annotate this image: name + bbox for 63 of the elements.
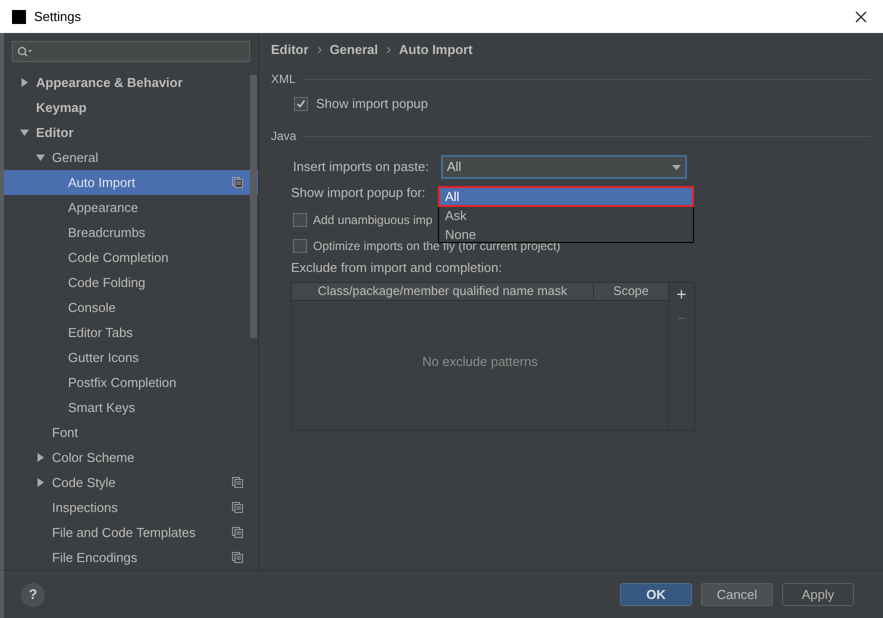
column-header[interactable]: Scope bbox=[594, 283, 668, 300]
field-label: Show import popup for: bbox=[291, 184, 426, 202]
field-label: Exclude from import and completion: bbox=[291, 259, 502, 278]
dropdown-option[interactable]: None bbox=[439, 225, 693, 244]
tree-item[interactable]: Appearance & Behavior bbox=[4, 70, 258, 95]
tree-item[interactable]: Inspections bbox=[4, 495, 258, 520]
add-button[interactable]: + bbox=[676, 285, 686, 305]
tree-item[interactable]: Postfix Completion bbox=[4, 370, 258, 395]
tree-item[interactable]: Color Scheme bbox=[4, 445, 258, 470]
section-title: Java bbox=[271, 128, 296, 145]
tree-item[interactable]: File and Code Templates bbox=[4, 520, 258, 545]
checkbox-label: Add unambiguous imp bbox=[313, 212, 432, 228]
project-scope-icon bbox=[232, 527, 243, 538]
dialog-button[interactable]: OK bbox=[620, 583, 692, 606]
search-field[interactable] bbox=[12, 41, 250, 62]
tree-item[interactable]: Breadcrumbs bbox=[4, 220, 258, 245]
tree-item[interactable]: Auto Import bbox=[4, 170, 258, 195]
breadcrumb-item[interactable]: General bbox=[330, 40, 378, 60]
tree-item[interactable]: Font bbox=[4, 420, 258, 445]
search-icon bbox=[17, 46, 33, 58]
column-header[interactable]: Class/package/member qualified name mask bbox=[292, 283, 594, 300]
tree-item[interactable]: Code Style bbox=[4, 470, 258, 495]
expand-arrow-icon[interactable] bbox=[20, 78, 29, 87]
scrollbar-thumb[interactable] bbox=[250, 75, 257, 338]
tree-item[interactable]: Smart Keys bbox=[4, 395, 258, 420]
checkbox-label: Show import popup bbox=[316, 95, 428, 114]
tree-item[interactable]: Appearance bbox=[4, 195, 258, 220]
dropdown-option[interactable]: Ask bbox=[439, 206, 693, 225]
app-logo-icon bbox=[12, 10, 26, 24]
section-title: XML bbox=[271, 71, 296, 88]
chevron-icon bbox=[316, 46, 322, 54]
caret-icon bbox=[672, 164, 681, 170]
tree-item[interactable]: Console bbox=[4, 295, 258, 320]
empty-message: No exclude patterns bbox=[422, 352, 538, 371]
tree-item[interactable]: General bbox=[4, 145, 258, 170]
tree-item[interactable]: Keymap bbox=[4, 95, 258, 120]
dropdown-option[interactable]: All bbox=[439, 187, 693, 206]
collapse-arrow-icon[interactable] bbox=[20, 128, 29, 137]
close-icon[interactable] bbox=[855, 10, 867, 22]
tree-item[interactable]: File Encodings bbox=[4, 545, 258, 570]
project-scope-icon bbox=[232, 177, 243, 188]
chevron-icon bbox=[386, 46, 391, 54]
expand-arrow-icon[interactable] bbox=[36, 478, 45, 487]
dialog-button[interactable]: Cancel bbox=[701, 583, 773, 606]
tree-item[interactable]: Code Folding bbox=[4, 270, 258, 295]
breadcrumb-item[interactable]: Auto Import bbox=[398, 40, 473, 60]
checkbox[interactable] bbox=[294, 97, 308, 111]
project-scope-icon bbox=[232, 477, 243, 488]
tree-item[interactable]: Editor bbox=[4, 120, 258, 145]
tree-item[interactable]: Code Completion bbox=[4, 245, 258, 270]
collapse-arrow-icon[interactable] bbox=[36, 153, 45, 162]
checkbox[interactable] bbox=[293, 238, 307, 252]
help-button[interactable]: ? bbox=[21, 582, 45, 606]
project-scope-icon bbox=[232, 502, 243, 513]
project-scope-icon bbox=[232, 552, 243, 563]
dropdown[interactable]: All bbox=[440, 155, 687, 179]
tree-item[interactable]: Editor Tabs bbox=[4, 320, 258, 345]
checkbox[interactable] bbox=[293, 212, 307, 226]
field-label: Insert imports on paste: bbox=[293, 158, 429, 176]
tree-item[interactable]: Gutter Icons bbox=[4, 345, 258, 370]
breadcrumb-item[interactable]: Editor bbox=[271, 40, 309, 60]
window-title: Settings bbox=[34, 8, 81, 26]
expand-arrow-icon[interactable] bbox=[36, 453, 45, 462]
